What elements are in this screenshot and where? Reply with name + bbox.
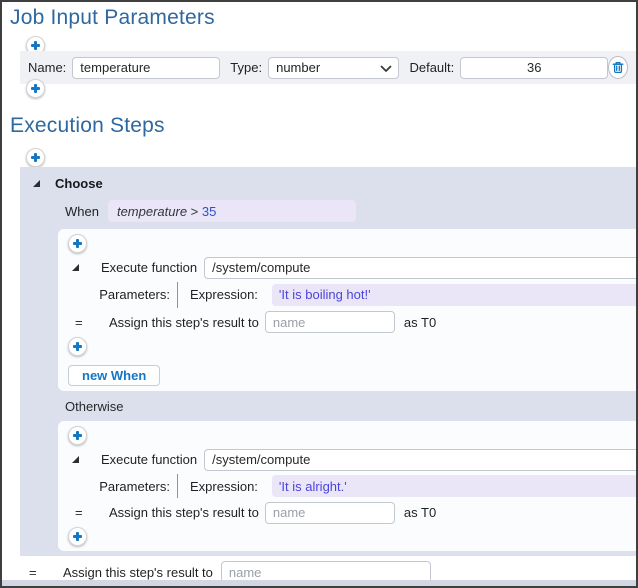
- add-step-button[interactable]: [26, 148, 45, 167]
- collapse-triangle-icon[interactable]: [72, 264, 79, 271]
- execute-function-label: Execute function: [101, 260, 197, 275]
- when-condition-row: When temperature > 35: [65, 200, 356, 222]
- result-name-input[interactable]: [265, 502, 395, 524]
- type-label: Type:: [230, 60, 262, 75]
- parameter-type-value: number: [276, 60, 320, 75]
- name-label: Name:: [28, 60, 66, 75]
- assign-result-label: Assign this step's result to: [109, 315, 259, 330]
- parameters-label: Parameters:: [68, 474, 177, 498]
- execution-steps-title: Execution Steps: [10, 114, 165, 138]
- execute-function-row: Execute function: [68, 449, 636, 470]
- execute-function-row: Execute function: [68, 257, 636, 278]
- parameters-row: Parameters: Expression:: [68, 474, 636, 498]
- bottom-panel-edge: [2, 580, 636, 586]
- result-name-input[interactable]: [265, 311, 395, 333]
- add-step-button[interactable]: [68, 234, 87, 253]
- otherwise-label: Otherwise: [65, 399, 124, 414]
- expression-input[interactable]: [272, 284, 636, 306]
- assign-result-row: = Assign this step's result to as T0: [68, 502, 636, 523]
- parameters-label: Parameters:: [68, 282, 177, 308]
- condition-identifier: temperature: [117, 204, 187, 219]
- vertical-divider: [177, 282, 178, 308]
- parameter-row: Name: Type: number Default:: [20, 51, 636, 84]
- choose-header: Choose: [33, 176, 103, 191]
- plus-icon: [31, 84, 40, 93]
- assign-result-row: = Assign this step's result to as T0: [68, 312, 636, 333]
- otherwise-branch-panel: Execute function Parameters: Expression:…: [58, 421, 636, 551]
- choose-step-block: Choose When temperature > 35 Execute fun…: [20, 167, 636, 556]
- plus-icon: [31, 153, 40, 162]
- add-step-button[interactable]: [68, 527, 87, 546]
- as-type-label: as T0: [404, 505, 436, 520]
- when-label: When: [65, 204, 99, 219]
- add-step-button[interactable]: [68, 337, 87, 356]
- add-step-button[interactable]: [68, 426, 87, 445]
- collapse-triangle-icon[interactable]: [33, 180, 40, 187]
- parameter-type-select[interactable]: number: [268, 57, 399, 79]
- new-when-button[interactable]: new When: [68, 365, 160, 386]
- expression-input[interactable]: [272, 475, 636, 497]
- delete-parameter-button[interactable]: [608, 56, 628, 79]
- equals-icon: =: [75, 315, 87, 330]
- parameter-default-input[interactable]: [460, 57, 608, 79]
- plus-icon: [73, 532, 82, 541]
- expression-label: Expression:: [190, 474, 258, 498]
- when-condition-input[interactable]: temperature > 35: [108, 200, 356, 222]
- as-type-label: as T0: [404, 315, 436, 330]
- assign-result-label: Assign this step's result to: [109, 505, 259, 520]
- assign-result-label: Assign this step's result to: [63, 565, 213, 580]
- plus-icon: [31, 41, 40, 50]
- parameter-name-input[interactable]: [72, 57, 220, 79]
- chevron-down-icon: [380, 65, 392, 73]
- plus-icon: [73, 342, 82, 351]
- add-parameter-button[interactable]: [26, 79, 45, 98]
- function-path-input[interactable]: [204, 257, 636, 279]
- function-path-input[interactable]: [204, 449, 636, 471]
- parameters-row: Parameters: Expression:: [68, 282, 636, 308]
- condition-value: 35: [202, 204, 216, 219]
- default-label: Default:: [409, 60, 454, 75]
- trash-icon: [612, 61, 624, 74]
- vertical-divider: [177, 474, 178, 498]
- plus-icon: [73, 431, 82, 440]
- equals-icon: =: [75, 505, 87, 520]
- job-input-parameters-title: Job Input Parameters: [10, 6, 215, 30]
- collapse-triangle-icon[interactable]: [72, 456, 79, 463]
- when-branch-panel: Execute function Parameters: Expression:…: [58, 229, 636, 391]
- condition-operator: >: [187, 204, 202, 219]
- execute-function-label: Execute function: [101, 452, 197, 467]
- choose-label: Choose: [55, 176, 103, 191]
- equals-icon: =: [29, 565, 41, 580]
- plus-icon: [73, 239, 82, 248]
- expression-label: Expression:: [190, 282, 258, 308]
